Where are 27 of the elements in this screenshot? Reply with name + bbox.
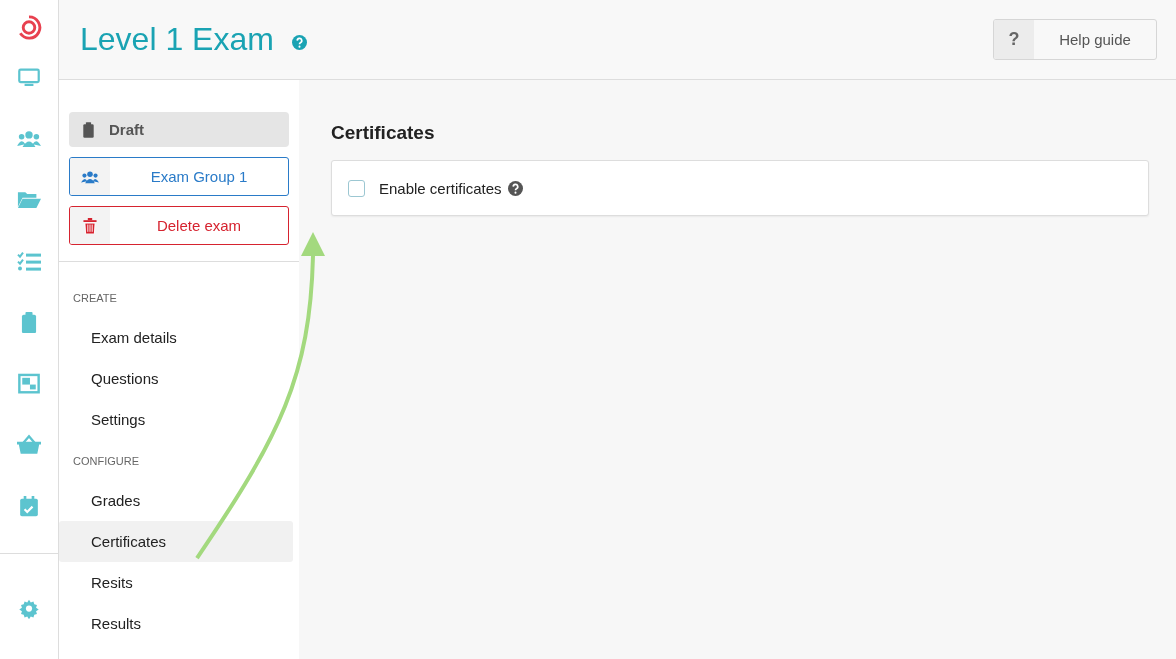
section-title: Certificates (331, 122, 436, 144)
help-icon[interactable] (507, 180, 523, 196)
frame-icon[interactable] (17, 373, 41, 395)
page-title: Level 1 Exam (80, 21, 274, 58)
checklist-icon[interactable] (17, 250, 41, 272)
monitor-icon[interactable] (17, 67, 41, 89)
help-guide-button[interactable]: ? Help guide (993, 19, 1157, 60)
trash-icon (81, 217, 99, 234)
delete-exam-button[interactable]: Delete exam (69, 206, 289, 245)
nav-item[interactable]: Results (59, 603, 293, 644)
status-label: Draft (109, 121, 144, 138)
folder-icon[interactable] (17, 189, 41, 211)
users-icon[interactable] (17, 128, 41, 150)
nav-item[interactable]: Grades (59, 480, 293, 521)
clipboard-icon (82, 121, 95, 138)
checkbox[interactable] (348, 179, 365, 197)
nav-item[interactable]: Questions (59, 358, 293, 399)
checkbox-label: Enable certificates (379, 179, 502, 197)
section-heading: CONFIGURE (72, 455, 140, 467)
nav-item[interactable]: Exam details (59, 317, 293, 358)
basket-icon[interactable] (17, 434, 41, 456)
section-heading: CREATE (72, 292, 118, 304)
nav-item[interactable]: Settings (59, 399, 293, 440)
nav-item[interactable]: Certificates (59, 521, 293, 562)
calendar-check-icon[interactable] (17, 495, 41, 517)
exam-group-button[interactable]: Exam Group 1 (69, 157, 289, 196)
nav-item[interactable]: Resits (59, 562, 293, 603)
